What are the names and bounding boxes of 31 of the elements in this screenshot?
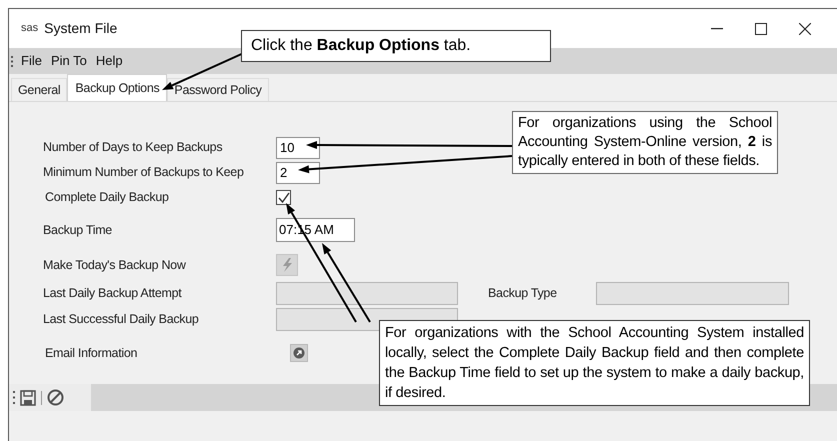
app-label: sas: [21, 21, 38, 36]
field-label: Backup Type: [488, 284, 558, 302]
minimize-icon[interactable]: [711, 28, 723, 30]
menu-item[interactable]: File: [20, 51, 43, 71]
tab[interactable]: Password Policy: [167, 78, 269, 101]
window-title: System File: [44, 19, 118, 38]
input-field[interactable]: 10: [276, 136, 320, 158]
field-label: Number of Days to Keep Backups: [43, 139, 224, 156]
close-icon[interactable]: [799, 22, 811, 34]
email-button[interactable]: [290, 344, 308, 362]
callout: Click the Backup Options tab.: [241, 30, 551, 62]
menu-item[interactable]: Help: [94, 51, 124, 71]
field-label: Email Information: [44, 344, 138, 362]
checkbox[interactable]: [276, 190, 291, 205]
field-label: Last Daily Backup Attempt: [43, 284, 183, 302]
callout: For organizations with the School Accounting System installed locally, select the Complete Daily Backup field and then complete the Backup Time field to set up the system to make a daily backup, if desired.: [379, 320, 810, 406]
field-label: Last Successful Daily Backup: [43, 310, 200, 328]
arrow-circle-icon: [293, 347, 305, 359]
input-field[interactable]: 2: [276, 162, 320, 184]
field-label: Make Today's Backup Now: [43, 256, 187, 274]
cancel-icon[interactable]: [47, 389, 64, 406]
tab[interactable]: General: [11, 78, 68, 101]
save-icon[interactable]: [20, 390, 36, 406]
field-label: Complete Daily Backup: [44, 189, 170, 206]
menu-item[interactable]: Pin To: [50, 51, 88, 71]
maximize-icon[interactable]: [755, 22, 767, 34]
field-label: Minimum Number of Backups to Keep: [43, 164, 245, 182]
tab[interactable]: Backup Options: [67, 74, 168, 101]
callout: For organizations using the School Accounting System-Online version, 2 is typically entered in both of these fields.: [512, 111, 778, 174]
lightning-icon: [281, 258, 293, 272]
field-label: Backup Time: [43, 222, 113, 239]
